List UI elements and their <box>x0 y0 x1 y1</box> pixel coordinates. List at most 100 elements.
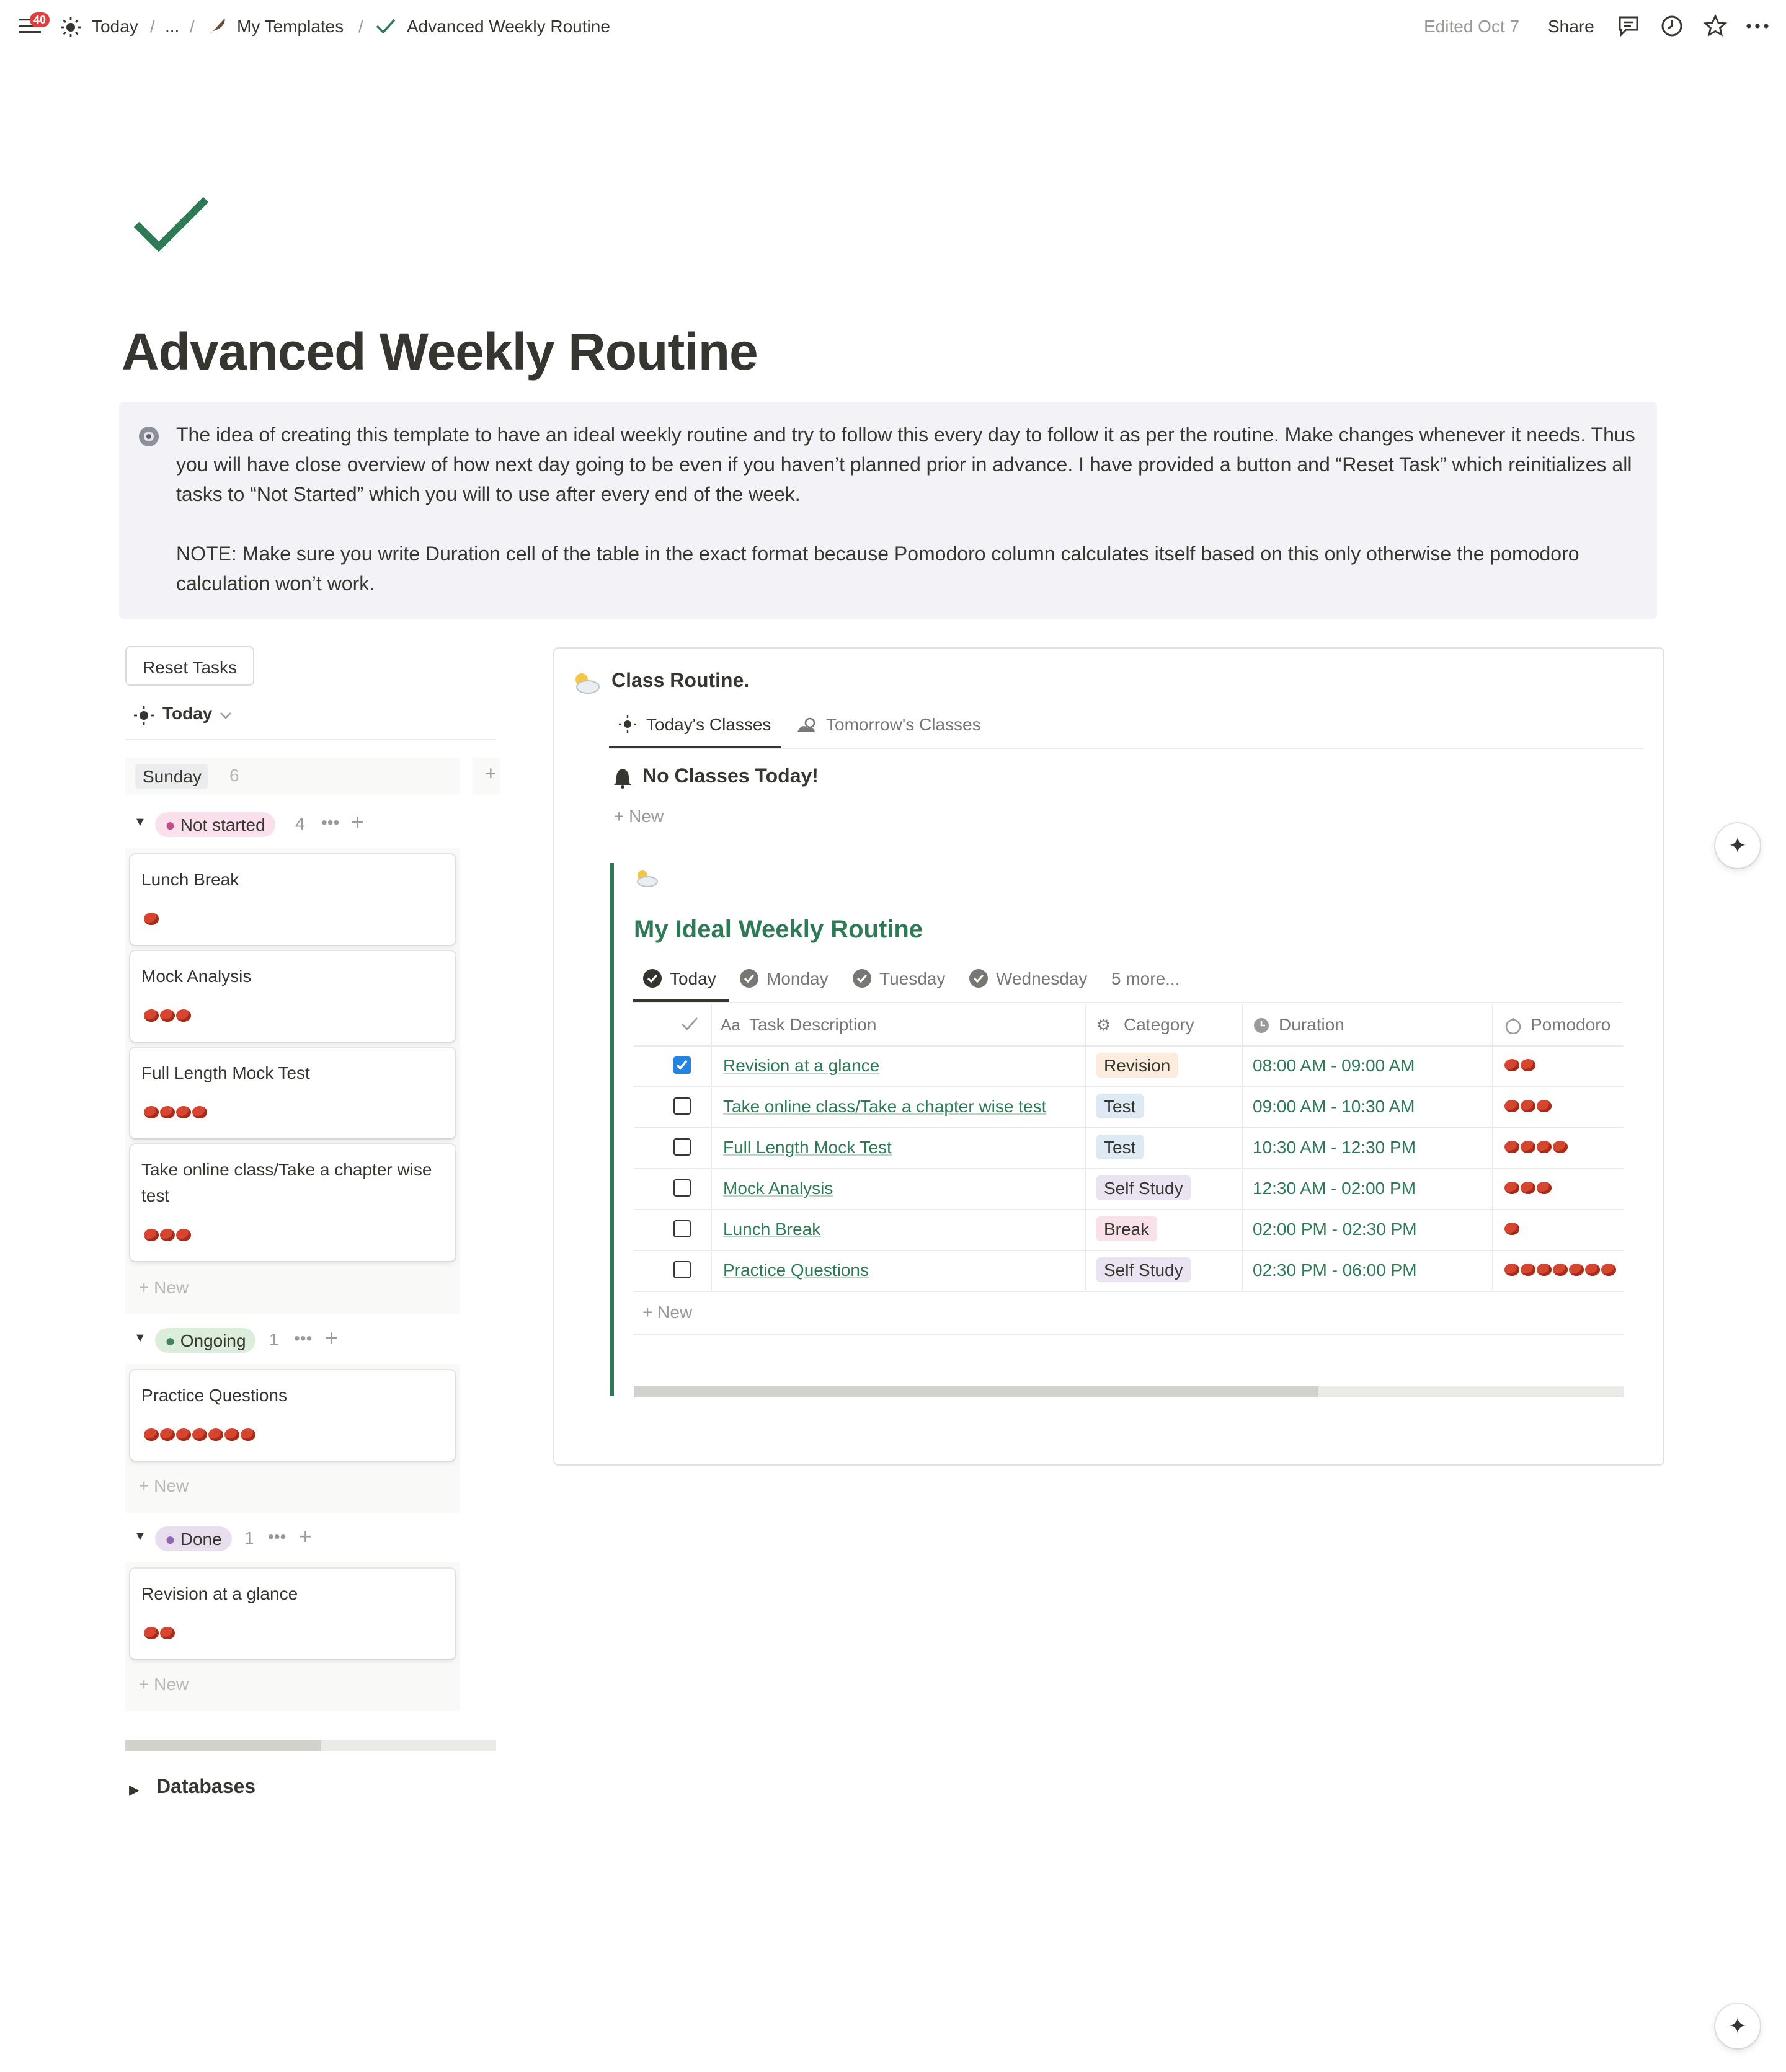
task-link[interactable]: Practice Questions <box>723 1260 869 1280</box>
column-header-duration[interactable]: Duration <box>1279 1004 1344 1045</box>
tomato-icon <box>1553 1141 1568 1153</box>
task-card[interactable]: Lunch Break <box>130 854 455 945</box>
card-title: Revision at a glance <box>141 1583 298 1603</box>
star-icon[interactable] <box>1703 14 1728 38</box>
card-title: Take online class/Take a chapter wise te… <box>141 1159 432 1205</box>
tab-tomorrows-classes[interactable]: Tomorrow's Classes <box>826 714 981 734</box>
tomato-icon <box>208 1428 223 1441</box>
more-tabs-button[interactable]: 5 more... <box>1111 968 1180 988</box>
task-link[interactable]: Mock Analysis <box>723 1178 833 1198</box>
new-class-button[interactable]: + New <box>614 806 664 826</box>
tomato-icon <box>144 913 159 925</box>
tomato-icon <box>1521 1141 1535 1153</box>
breadcrumb-separator: / <box>358 16 363 36</box>
column-header-category[interactable]: Category <box>1124 1004 1194 1045</box>
more-options-icon[interactable]: ••• <box>268 1526 286 1546</box>
task-card[interactable]: Take online class/Take a chapter wise te… <box>130 1144 455 1261</box>
task-card[interactable]: Practice Questions <box>130 1370 455 1461</box>
status-badge: ● Done <box>155 1526 232 1551</box>
task-card[interactable]: Mock Analysis <box>130 951 455 1042</box>
pomodoro-icons <box>144 913 159 928</box>
table-row[interactable]: Lunch Break Break 02:00 PM - 02:30 PM <box>634 1209 1624 1251</box>
table-row[interactable]: Practice Questions Self Study 02:30 PM - 0… <box>634 1250 1624 1292</box>
horizontal-scrollbar[interactable] <box>125 1740 496 1751</box>
tab-today[interactable]: Today <box>670 968 716 988</box>
more-options-icon[interactable]: ••• <box>321 812 339 832</box>
tomato-icon <box>1504 1182 1519 1194</box>
breadcrumb-today[interactable]: Today <box>92 16 138 36</box>
tomato-icon <box>192 1106 207 1118</box>
done-checkbox[interactable] <box>673 1138 691 1156</box>
tomato-icon <box>144 1627 159 1639</box>
share-button[interactable]: Share <box>1548 16 1594 36</box>
new-card-button[interactable]: + New <box>139 1674 189 1694</box>
done-checkbox[interactable] <box>673 1056 691 1074</box>
category-tag: Test <box>1096 1135 1144 1159</box>
task-card[interactable]: Full Length Mock Test <box>130 1048 455 1138</box>
breadcrumb-templates[interactable]: My Templates <box>237 16 344 36</box>
table-row[interactable]: Mock Analysis Self Study 12:30 AM - 02:00 … <box>634 1168 1624 1210</box>
add-card-icon[interactable]: + <box>299 1524 312 1550</box>
duration-cell[interactable]: 10:30 AM - 12:30 PM <box>1253 1127 1416 1168</box>
reset-tasks-button[interactable]: Reset Tasks <box>125 646 254 686</box>
task-link[interactable]: Lunch Break <box>723 1219 820 1239</box>
comment-icon[interactable] <box>1616 14 1641 38</box>
done-checkbox[interactable] <box>673 1179 691 1197</box>
task-link[interactable]: Revision at a glance <box>723 1055 879 1075</box>
tomato-icon <box>176 1229 191 1241</box>
history-clock-icon[interactable] <box>1659 14 1684 38</box>
divider <box>634 1334 1624 1335</box>
tomato-icon <box>1504 1059 1519 1071</box>
more-options-icon[interactable]: ••• <box>294 1328 312 1348</box>
verified-check-icon <box>740 969 758 988</box>
ai-sparkle-button[interactable]: ✦ <box>1715 2004 1760 2048</box>
page-title: Advanced Weekly Routine <box>122 322 758 381</box>
done-checkbox[interactable] <box>673 1261 691 1278</box>
task-link[interactable]: Full Length Mock Test <box>723 1137 892 1157</box>
pomodoro-icons <box>1504 1059 1535 1074</box>
next-column-edge[interactable]: + <box>473 758 500 795</box>
more-options-icon[interactable] <box>1745 14 1770 38</box>
add-card-icon[interactable]: + <box>325 1326 338 1352</box>
description-callout: The idea of creating this template to ha… <box>119 402 1657 619</box>
tab-monday[interactable]: Monday <box>766 968 829 988</box>
sun-icon <box>61 17 81 37</box>
new-card-button[interactable]: + New <box>139 1277 189 1297</box>
duration-cell[interactable]: 02:30 PM - 06:00 PM <box>1253 1250 1417 1291</box>
task-link[interactable]: Take online class/Take a chapter wise te… <box>723 1096 1046 1116</box>
table-row[interactable]: Take online class/Take a chapter wise te… <box>634 1086 1624 1128</box>
horizontal-scrollbar[interactable] <box>634 1386 1624 1397</box>
add-card-icon[interactable]: + <box>351 810 364 836</box>
verified-check-icon <box>853 969 871 988</box>
duration-cell[interactable]: 02:00 PM - 02:30 PM <box>1253 1209 1417 1250</box>
duration-cell[interactable]: 09:00 AM - 10:30 AM <box>1253 1086 1415 1127</box>
tomato-icon <box>1537 1264 1552 1276</box>
table-row[interactable]: Full Length Mock Test Test 10:30 AM - 12:3… <box>634 1127 1624 1169</box>
feather-icon <box>210 19 225 35</box>
tab-tuesday[interactable]: Tuesday <box>879 968 945 988</box>
routine-title[interactable]: My Ideal Weekly Routine <box>634 916 923 945</box>
column-header-pomodoro[interactable]: Pomodoro <box>1531 1004 1611 1045</box>
new-card-button[interactable]: + New <box>139 1476 189 1495</box>
pomodoro-icons <box>1504 1100 1552 1115</box>
databases-toggle[interactable]: Databases <box>156 1777 255 1799</box>
done-checkbox[interactable] <box>673 1097 691 1115</box>
duration-cell[interactable]: 12:30 AM - 02:00 PM <box>1253 1168 1416 1209</box>
board-view-selector[interactable]: Today <box>162 703 212 723</box>
task-card[interactable]: Revision at a glance <box>130 1569 455 1659</box>
tomato-icon <box>1504 1223 1519 1235</box>
toggle-arrow-icon[interactable]: ▶ <box>129 1782 140 1798</box>
chevron-down-icon[interactable] <box>220 711 232 720</box>
column-header-task[interactable]: Task Description <box>749 1004 876 1045</box>
ai-sparkle-button[interactable]: ✦ <box>1715 823 1760 868</box>
callout-paragraph: The idea of creating this template to ha… <box>176 425 1635 506</box>
breadcrumb-current-page[interactable]: Advanced Weekly Routine <box>407 16 610 36</box>
tab-todays-classes[interactable]: Today's Classes <box>646 714 771 734</box>
table-row[interactable]: Revision at a glance Revision 08:00 AM - 0… <box>634 1045 1624 1087</box>
new-row-button[interactable]: + New <box>642 1302 692 1322</box>
tab-wednesday[interactable]: Wednesday <box>996 968 1087 988</box>
timer-icon <box>1505 1018 1521 1034</box>
duration-cell[interactable]: 08:00 AM - 09:00 AM <box>1253 1045 1415 1086</box>
breadcrumb-ellipsis[interactable]: ... <box>165 16 179 36</box>
done-checkbox[interactable] <box>673 1220 691 1237</box>
